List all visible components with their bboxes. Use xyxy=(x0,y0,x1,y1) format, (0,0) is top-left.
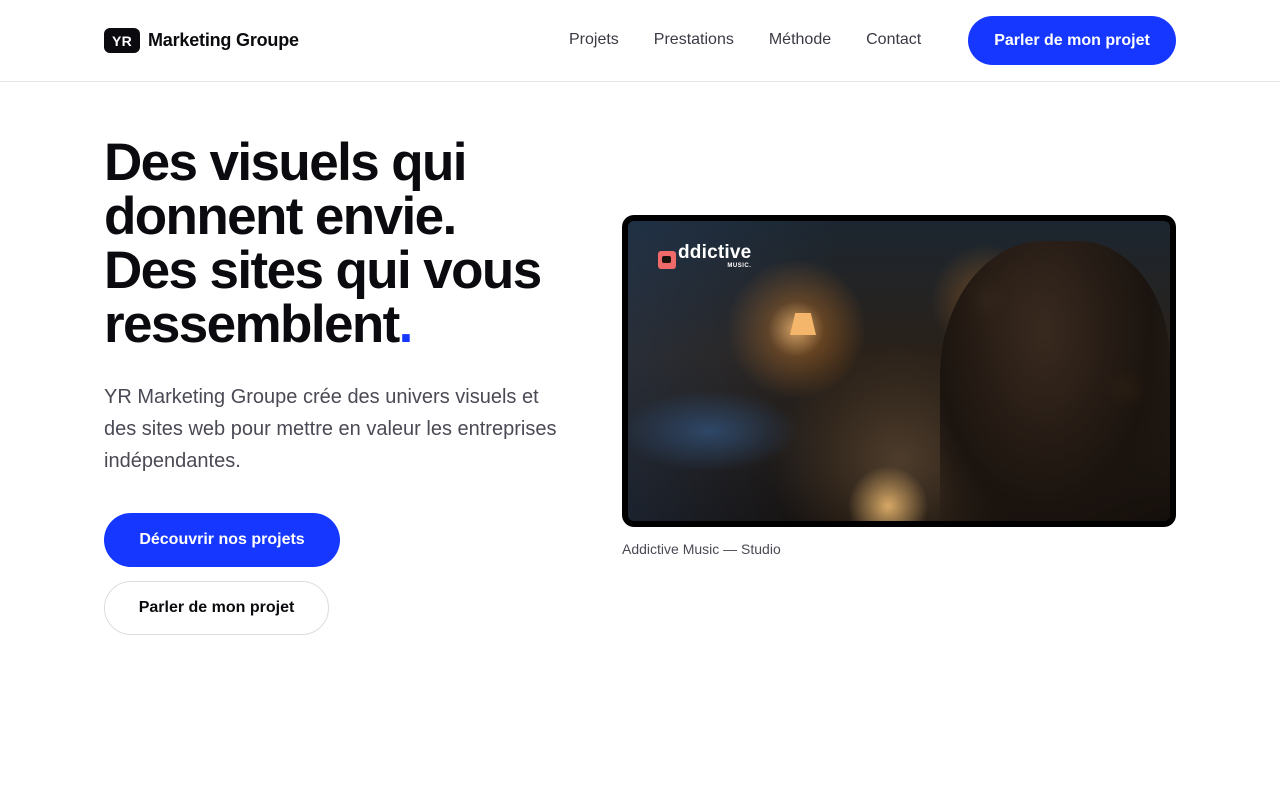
nav-link-prestations[interactable]: Prestations xyxy=(654,31,734,49)
hero-title-line-4-text: ressemblent xyxy=(104,295,400,354)
brand-subtitle: MUSIC. xyxy=(727,263,752,269)
hero-title-line-1: Des visuels qui xyxy=(104,133,467,192)
media-caption: Addictive Music — Studio xyxy=(622,541,781,557)
hero-title-line-2: donnent envie. xyxy=(104,187,457,246)
nav-link-projets[interactable]: Projets xyxy=(569,31,619,49)
site-header: YR Marketing Groupe Projets Prestations … xyxy=(0,0,1280,82)
hero-title-accent-dot: . xyxy=(398,295,414,354)
logo-badge: YR xyxy=(104,28,140,53)
project-media[interactable]: ddictive MUSIC. xyxy=(622,215,1176,527)
addictive-music-logo: ddictive MUSIC. xyxy=(658,243,751,269)
main-nav: Projets Prestations Méthode Contact xyxy=(569,31,921,49)
logo-name: Marketing Groupe xyxy=(148,30,299,50)
studio-image: ddictive MUSIC. xyxy=(628,221,1170,521)
hero-title-line-4: ressemblent. xyxy=(104,298,584,352)
hero-title: Des visuels qui donnent envie. Des sites… xyxy=(104,136,584,352)
nav-link-contact[interactable]: Contact xyxy=(866,31,921,49)
discover-projects-button[interactable]: Découvrir nos projets xyxy=(104,513,340,567)
hero-subtitle: YR Marketing Groupe crée des univers vis… xyxy=(104,386,557,472)
brand-name: ddictive xyxy=(678,242,752,263)
hero-title-line-3: Des sites qui vous xyxy=(104,241,542,300)
singer-silhouette xyxy=(940,241,1170,521)
brand-mark-icon xyxy=(658,251,676,269)
logo[interactable]: YR Marketing Groupe xyxy=(104,28,299,53)
talk-project-button[interactable]: Parler de mon projet xyxy=(104,581,329,635)
header-cta-button[interactable]: Parler de mon projet xyxy=(968,16,1176,65)
nav-link-methode[interactable]: Méthode xyxy=(769,31,831,49)
